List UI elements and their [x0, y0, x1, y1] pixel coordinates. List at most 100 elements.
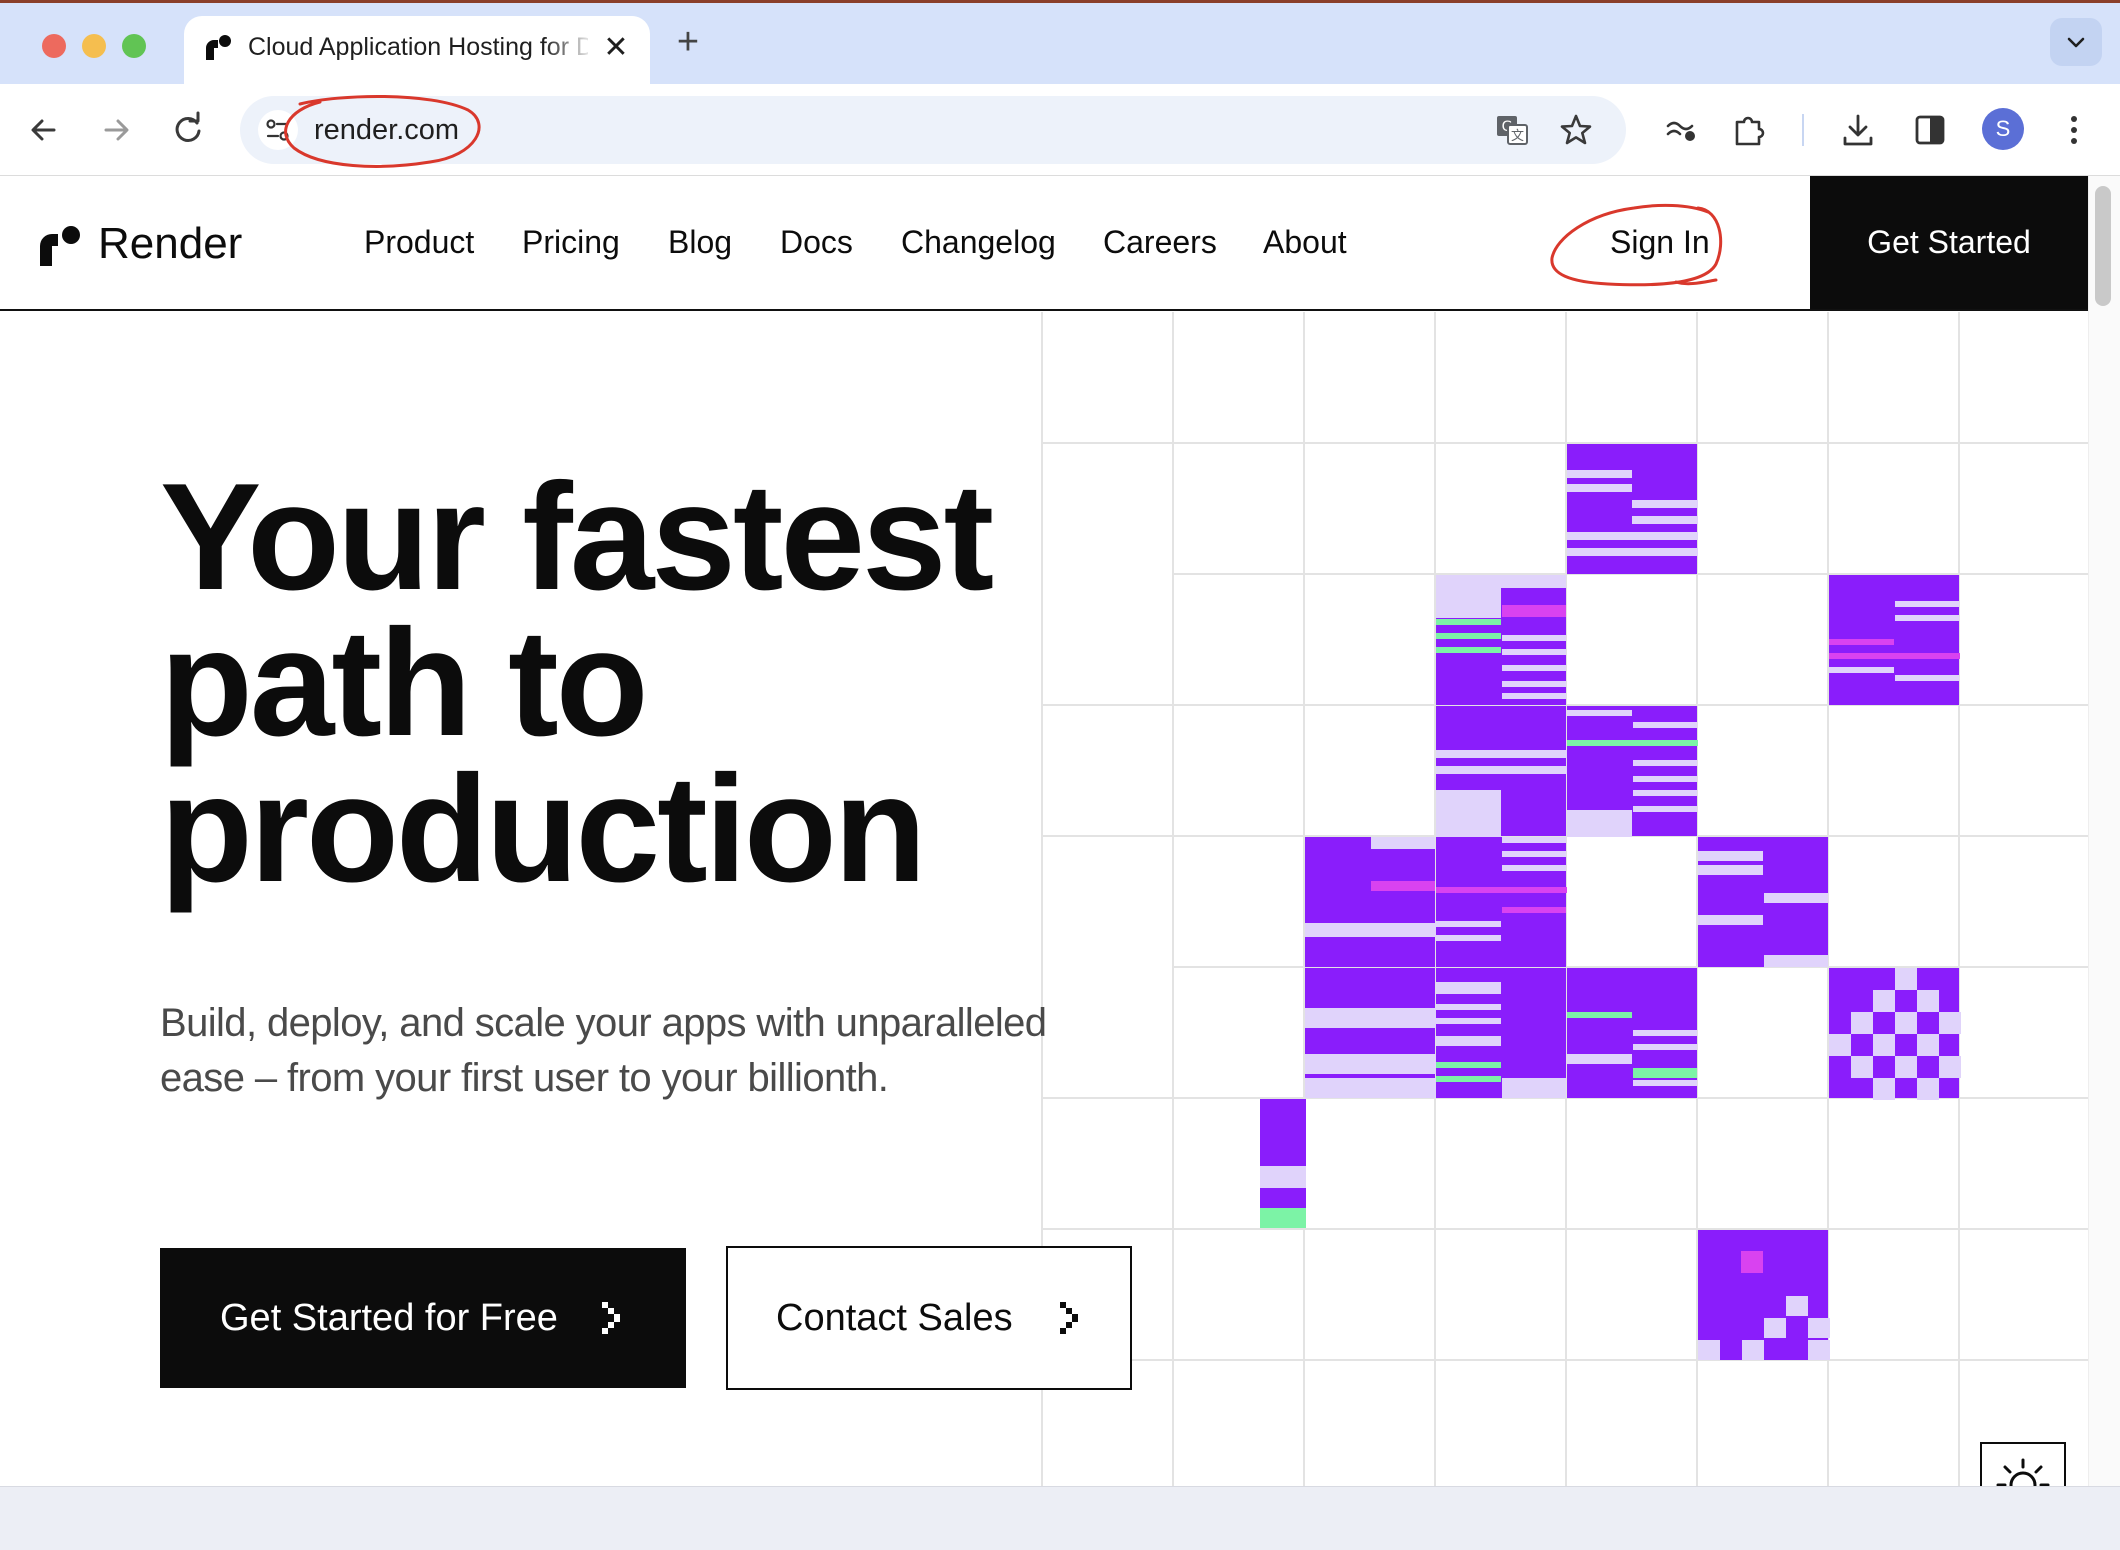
page-scrollbar[interactable]	[2088, 176, 2120, 1486]
window-top-edge	[0, 0, 2120, 3]
browser-bottom-edge	[0, 1486, 2120, 1550]
pixel-stripe	[1698, 865, 1763, 875]
pixel-stripe	[1567, 710, 1632, 716]
nav-link-changelog[interactable]: Changelog	[901, 222, 1056, 262]
chevron-down-icon	[2067, 37, 2085, 48]
pixel-cell	[1829, 968, 1959, 1098]
pixel-cell	[1698, 1230, 1828, 1360]
pixel-stripe	[1567, 532, 1698, 540]
pixel-stripe	[1260, 1208, 1306, 1228]
pixel-cell	[1436, 837, 1566, 967]
window-zoom-button[interactable]	[122, 34, 146, 58]
pixel-stripe	[1567, 810, 1632, 837]
pixel-stripe	[1502, 665, 1566, 671]
pixel-stripe	[1502, 837, 1566, 843]
nav-link-pricing[interactable]: Pricing	[522, 222, 620, 262]
pixel-checker	[1917, 990, 1939, 1012]
tab-close-icon[interactable]: ✕	[598, 30, 634, 66]
pixel-stripe	[1305, 923, 1436, 937]
pixel-checker	[1895, 1056, 1917, 1078]
pixel-stripe	[1633, 806, 1697, 812]
pixel-stripe	[1502, 1078, 1566, 1098]
window-close-button[interactable]	[42, 34, 66, 58]
render-logo-icon	[40, 226, 80, 266]
pixel-stripe	[1567, 1054, 1632, 1064]
pixel-cell	[1567, 444, 1697, 574]
side-panel-icon[interactable]	[1908, 108, 1952, 152]
pixel-stripe	[1502, 681, 1566, 687]
pixel-checker	[1873, 1034, 1895, 1056]
contact-sales-button[interactable]: Contact Sales	[726, 1246, 1132, 1390]
site-header: Render Product Pricing Blog Docs Changel…	[0, 176, 2088, 311]
arrow-left-icon[interactable]	[22, 108, 66, 152]
pixel-checker	[1808, 1318, 1830, 1338]
get-started-button[interactable]: Get Started	[1810, 176, 2088, 309]
pixel-stripe	[1436, 935, 1501, 941]
pixel-cell	[1567, 968, 1697, 1098]
performance-icon[interactable]	[1660, 108, 1704, 152]
contact-sales-label: Contact Sales	[776, 1297, 1013, 1339]
pixel-checker	[1939, 1012, 1961, 1034]
hero-headline-line-2: path to	[160, 598, 649, 768]
pixel-stripe	[1502, 851, 1566, 857]
pixel-stripe	[1436, 750, 1567, 758]
pixel-checker	[1829, 1034, 1851, 1056]
pixel-checker	[1895, 968, 1917, 990]
browser-tab-active[interactable]: Cloud Application Hosting for Developers…	[184, 16, 650, 84]
pixel-stripe	[1632, 516, 1698, 524]
pixel-stripe	[1436, 982, 1501, 994]
new-tab-plus-icon[interactable]: +	[668, 22, 708, 62]
pixel-checker	[1808, 1340, 1830, 1360]
pixel-stripe	[1436, 766, 1567, 774]
pixel-stripe	[1436, 633, 1501, 639]
pixel-stripe	[1567, 740, 1698, 746]
get-started-free-label: Get Started for Free	[220, 1297, 558, 1339]
pixel-stripe	[1305, 1078, 1436, 1098]
sign-in-annotation-circle	[1550, 203, 1723, 287]
more-vertical-icon[interactable]	[2052, 108, 2096, 152]
pixel-stripe	[1371, 837, 1435, 849]
scrollbar-thumb[interactable]	[2095, 186, 2111, 306]
nav-link-product[interactable]: Product	[364, 222, 474, 262]
pixel-stripe	[1436, 790, 1501, 837]
download-icon[interactable]	[1836, 108, 1880, 152]
chevron-right-icon	[1060, 1302, 1078, 1334]
nav-link-blog[interactable]: Blog	[668, 222, 732, 262]
pixel-stripe	[1633, 1068, 1697, 1078]
tab-search-button[interactable]	[2050, 18, 2102, 66]
pixel-stripe	[1436, 618, 1501, 705]
pixel-stripe	[1436, 921, 1501, 927]
profile-avatar[interactable]: S	[1982, 108, 2024, 150]
arrow-right-icon[interactable]	[94, 108, 138, 152]
nav-link-about[interactable]: About	[1263, 222, 1347, 262]
toolbar-separator	[1802, 114, 1804, 146]
pixel-stripe	[1502, 865, 1566, 871]
nav-link-careers[interactable]: Careers	[1103, 222, 1217, 262]
pixel-cell	[1305, 968, 1435, 1098]
chevron-right-icon	[602, 1302, 620, 1334]
pixel-stripe	[1698, 915, 1763, 925]
nav-link-docs[interactable]: Docs	[780, 222, 853, 262]
pixel-stripe	[1633, 1080, 1697, 1086]
brand-name: Render	[98, 219, 243, 268]
pixel-stripe	[1502, 907, 1566, 913]
reload-icon[interactable]	[166, 108, 210, 152]
window-minimize-button[interactable]	[82, 34, 106, 58]
pixel-checker	[1764, 1318, 1786, 1338]
pixel-cell	[1436, 968, 1566, 1098]
theme-toggle-button[interactable]	[1980, 1442, 2066, 1486]
pixel-checker	[1742, 1340, 1764, 1360]
pixel-stripe	[1501, 588, 1566, 705]
pixel-cell	[1436, 706, 1566, 836]
tab-title: Cloud Application Hosting for Developers	[248, 33, 588, 61]
puzzle-icon[interactable]	[1728, 108, 1772, 152]
pixel-stripe	[1633, 790, 1697, 796]
get-started-free-button[interactable]: Get Started for Free	[160, 1248, 686, 1388]
translate-icon[interactable]: G 文	[1494, 112, 1530, 148]
pixel-stripe	[1436, 647, 1501, 653]
pixel-checker	[1741, 1251, 1763, 1273]
pixel-checker	[1917, 1034, 1939, 1056]
star-icon[interactable]	[1558, 112, 1594, 148]
pixel-stripe	[1895, 601, 1959, 607]
pixel-checker	[1895, 1012, 1917, 1034]
